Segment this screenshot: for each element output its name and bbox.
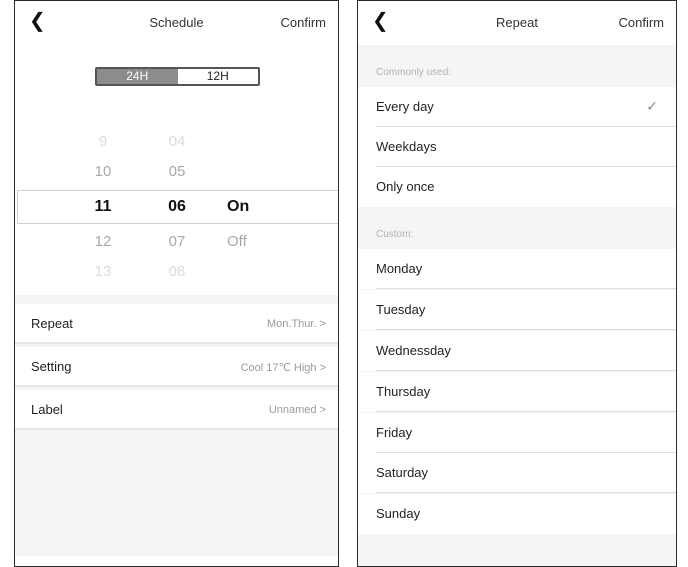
day-label: Tuesday <box>376 302 426 317</box>
divider <box>376 329 676 330</box>
minute-option[interactable]: 04 <box>157 133 197 150</box>
minute-option[interactable]: 05 <box>157 163 197 180</box>
hour-selected[interactable]: 11 <box>83 198 123 216</box>
repeat-value: Mon.Thur. > <box>266 318 326 330</box>
time-picker-area: 24H 12H 9 10 11 12 13 04 05 06 07 08 On … <box>15 45 338 295</box>
repeat-label: Repeat <box>31 316 73 331</box>
checkmark-icon: ✓ <box>646 98 658 114</box>
state-option[interactable]: Off <box>227 233 263 250</box>
day-label: Friday <box>376 425 413 440</box>
time-format-toggle: 24H 12H <box>95 67 260 86</box>
day-option-saturday[interactable]: Saturday <box>358 453 676 493</box>
setting-value: Cool 17℃ High > <box>240 362 326 374</box>
day-option-monday[interactable]: Monday <box>358 249 676 289</box>
label-value: Unnamed > <box>268 404 326 416</box>
state-selected[interactable]: On <box>227 198 263 216</box>
confirm-button[interactable]: Confirm <box>280 15 326 30</box>
label-row[interactable]: Label Unnamed > <box>15 390 338 430</box>
option-label: Weekdays <box>376 139 437 154</box>
repeat-option-only-once[interactable]: Only once <box>358 167 676 207</box>
hour-option[interactable]: 12 <box>83 233 123 250</box>
hour-option[interactable]: 10 <box>83 163 123 180</box>
day-option-friday[interactable]: Friday <box>358 413 676 453</box>
commonly-used-label: Commonly used: <box>376 67 452 78</box>
divider <box>376 411 676 412</box>
day-option-sunday[interactable]: Sunday <box>358 494 676 534</box>
divider <box>376 492 676 493</box>
divider <box>376 370 676 371</box>
day-label: Saturday <box>376 465 429 480</box>
hour-option[interactable]: 13 <box>83 263 123 280</box>
repeat-header: ❮ Repeat Confirm <box>358 1 676 45</box>
format-12h-option[interactable]: 12H <box>177 69 258 84</box>
day-option-wednesday[interactable]: Wednessday <box>358 331 676 371</box>
day-label: Sunday <box>376 506 421 521</box>
repeat-option-weekdays[interactable]: Weekdays <box>358 127 676 167</box>
setting-label: Setting <box>31 359 72 374</box>
day-option-thursday[interactable]: Thursday <box>358 372 676 412</box>
day-label: Thursday <box>376 384 431 399</box>
minute-selected[interactable]: 06 <box>157 198 197 216</box>
day-label: Wednessday <box>376 343 451 358</box>
option-label: Only once <box>376 179 435 194</box>
minute-option[interactable]: 07 <box>157 233 197 250</box>
repeat-screen: ❮ Repeat Confirm Commonly used: Every da… <box>357 0 677 567</box>
format-24h-option[interactable]: 24H <box>97 69 178 84</box>
hour-option[interactable]: 9 <box>83 133 123 150</box>
minute-option[interactable]: 08 <box>157 263 197 280</box>
confirm-button[interactable]: Confirm <box>618 15 664 30</box>
repeat-row[interactable]: Repeat Mon.Thur. > <box>15 304 338 344</box>
repeat-option-every-day[interactable]: Every day ✓ <box>358 87 676 127</box>
label-label: Label <box>31 402 63 417</box>
schedule-screen: ❮ Schedule Confirm 24H 12H 9 10 11 12 13… <box>14 0 339 567</box>
setting-row[interactable]: Setting Cool 17℃ High > <box>15 347 338 387</box>
day-label: Monday <box>376 261 423 276</box>
day-option-tuesday[interactable]: Tuesday <box>358 290 676 330</box>
option-label: Every day <box>376 99 434 114</box>
bottom-strip <box>15 556 338 566</box>
custom-label: Custom: <box>376 229 414 240</box>
schedule-header: ❮ Schedule Confirm <box>15 1 338 45</box>
divider <box>376 288 676 289</box>
